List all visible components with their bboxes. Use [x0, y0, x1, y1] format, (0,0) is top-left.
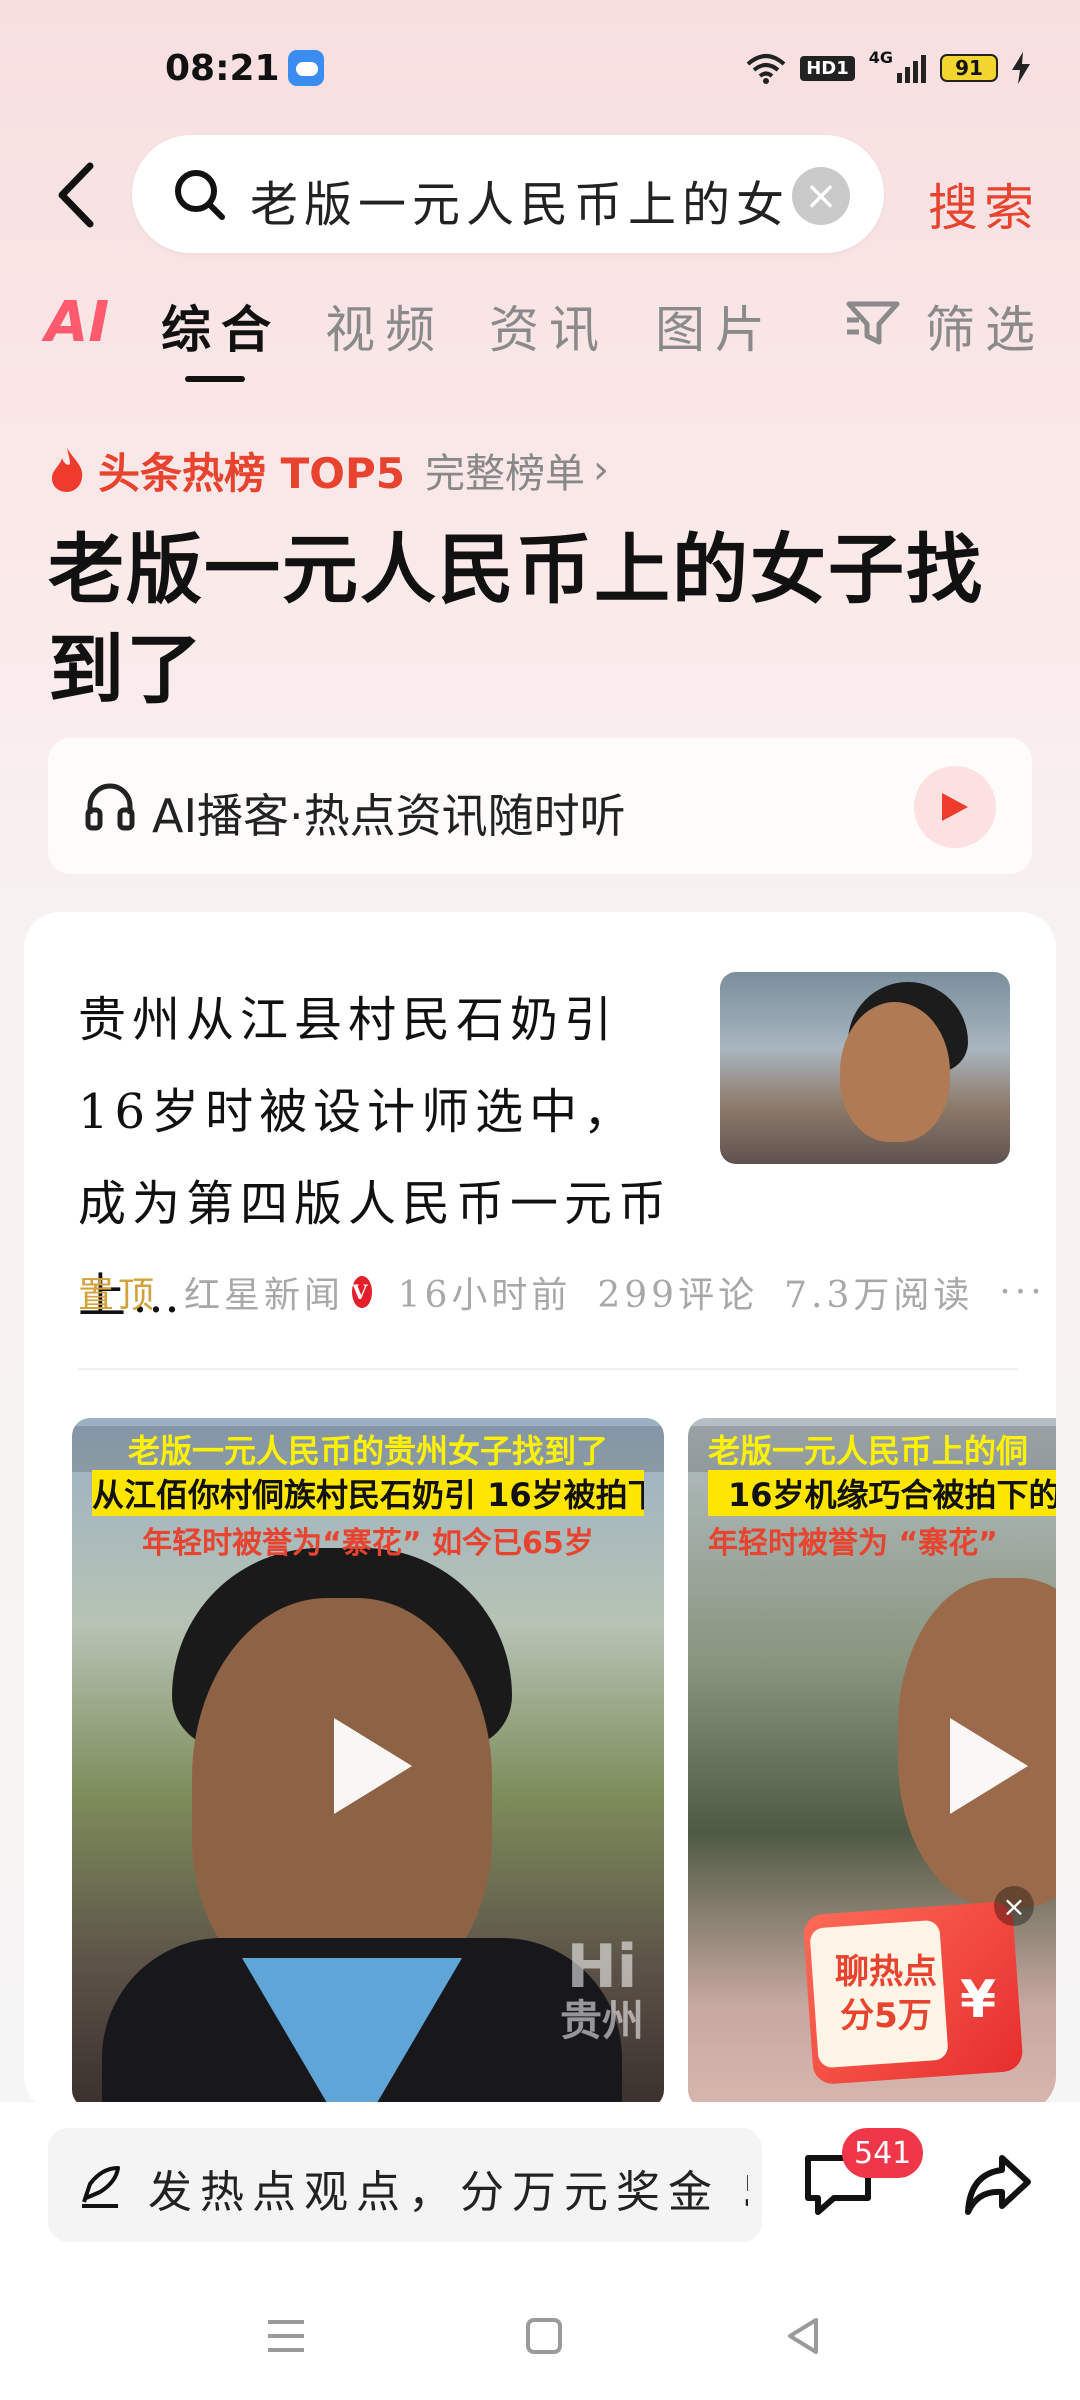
comment-input[interactable]: 发热点观点，分万元奖金 5. [48, 2128, 762, 2242]
tab-bar: AI 综合 视频 资讯 图片 筛选 [45, 290, 1045, 382]
video-1-caption-2: 从江佰你村侗族村民石奶引 16岁被拍下 [92, 1470, 644, 1516]
podcast-play-button[interactable] [914, 766, 996, 848]
play-icon [334, 1718, 412, 1814]
network-label: 4G [868, 48, 893, 67]
hd-badge: HD1 [800, 55, 855, 81]
play-icon [942, 793, 968, 821]
article-thumbnail[interactable] [720, 972, 1010, 1164]
full-list-link[interactable]: 完整榜单 [425, 441, 585, 499]
active-tab-indicator [185, 376, 245, 382]
video-1-caption-3: 年轻时被誉为“寨花” 如今已65岁 [142, 1526, 594, 1561]
article-reads: 7.3万阅读 [784, 1275, 974, 1316]
video-1-caption-1: 老版一元人民币的贵州女子找到了 [72, 1426, 664, 1472]
tab-images[interactable]: 图片 [655, 290, 775, 362]
podcast-label: AI播客·热点资讯随时听 [152, 789, 626, 843]
system-nav-bar [0, 2262, 1080, 2400]
article-source[interactable]: 红星新闻 [184, 1266, 344, 1318]
video-2-caption-3: 年轻时被誉为 “寨花” [708, 1526, 998, 1561]
weather-icon [288, 50, 324, 86]
charging-icon [1012, 52, 1030, 84]
ai-podcast-bar[interactable]: AI播客·热点资讯随时听 [48, 738, 1032, 874]
hot-list-row[interactable]: 头条热榜 TOP5 完整榜单 › [48, 440, 609, 500]
video-watermark: Hi 贵州 [559, 1937, 644, 2048]
watermark-top: Hi [566, 1932, 638, 2002]
promo-text: 聊热点分5万 [835, 1952, 937, 2036]
video-thumbnail-1[interactable]: 老版一元人民币的贵州女子找到了 从江佰你村侗族村民石奶引 16岁被拍下 年轻时被… [72, 1418, 664, 2108]
close-icon[interactable]: × [994, 1886, 1034, 1926]
thumbnail-face [840, 1002, 950, 1142]
flame-icon [52, 448, 83, 492]
hot-headline: 老版一元人民币上的女子找到了 [48, 525, 984, 714]
home-icon[interactable] [520, 2312, 568, 2360]
video-2-caption-1: 老版一元人民币上的侗 [688, 1426, 1056, 1472]
hot-topic-promo[interactable]: 聊热点分5万 ¥ × [802, 1886, 1034, 2086]
pen-icon [82, 2166, 120, 2208]
yen-icon: ¥ [960, 1970, 997, 2030]
hot-list-label: 头条热榜 TOP5 [98, 448, 405, 498]
article-comments: 299评论 [597, 1275, 759, 1316]
bottom-action-bar: 发热点观点，分万元奖金 5. 541 [0, 2102, 1080, 2262]
tab-filter[interactable]: 筛选 [925, 290, 1045, 362]
search-box[interactable]: 老版一元人民币上的女 × [132, 135, 884, 253]
chevron-right-icon: › [592, 447, 609, 493]
back-nav-icon[interactable] [780, 2312, 828, 2360]
pinned-tag: 置顶 [78, 1275, 159, 1316]
tab-ai[interactable]: AI [45, 290, 109, 355]
headphone-icon [85, 783, 135, 831]
signal-icon [897, 53, 926, 83]
battery-indicator: 91 [940, 54, 998, 82]
more-icon[interactable]: ··· [999, 1272, 1045, 1313]
article-meta: 置顶 红星新闻 V 16小时前 299评论 7.3万阅读 ··· [78, 1262, 1042, 1322]
back-icon[interactable] [50, 160, 110, 230]
filter-icon[interactable] [845, 298, 901, 348]
search-icon [175, 170, 225, 220]
article-time: 16小时前 [397, 1275, 572, 1316]
clear-icon[interactable]: × [792, 167, 850, 225]
comment-count-badge: 541 [842, 2128, 924, 2178]
tab-video[interactable]: 视频 [325, 290, 445, 362]
search-button[interactable]: 搜索 [928, 168, 1040, 240]
status-time: 08:21 [165, 48, 280, 89]
menu-icon[interactable] [262, 2312, 310, 2360]
tab-comprehensive[interactable]: 综合 [161, 290, 281, 362]
video-2-caption-2: 16岁机缘巧合被拍下的 [708, 1470, 1056, 1516]
divider [78, 1368, 1018, 1370]
tab-news[interactable]: 资讯 [489, 290, 609, 362]
share-icon[interactable] [962, 2150, 1034, 2220]
play-icon [950, 1718, 1028, 1814]
comment-placeholder: 发热点观点，分万元奖金 5. [148, 2167, 748, 2218]
wifi-icon [746, 54, 786, 84]
watermark-bottom: 贵州 [559, 1996, 644, 2045]
status-indicators: HD1 4G 91 [746, 48, 1030, 88]
verified-icon: V [352, 1276, 372, 1308]
